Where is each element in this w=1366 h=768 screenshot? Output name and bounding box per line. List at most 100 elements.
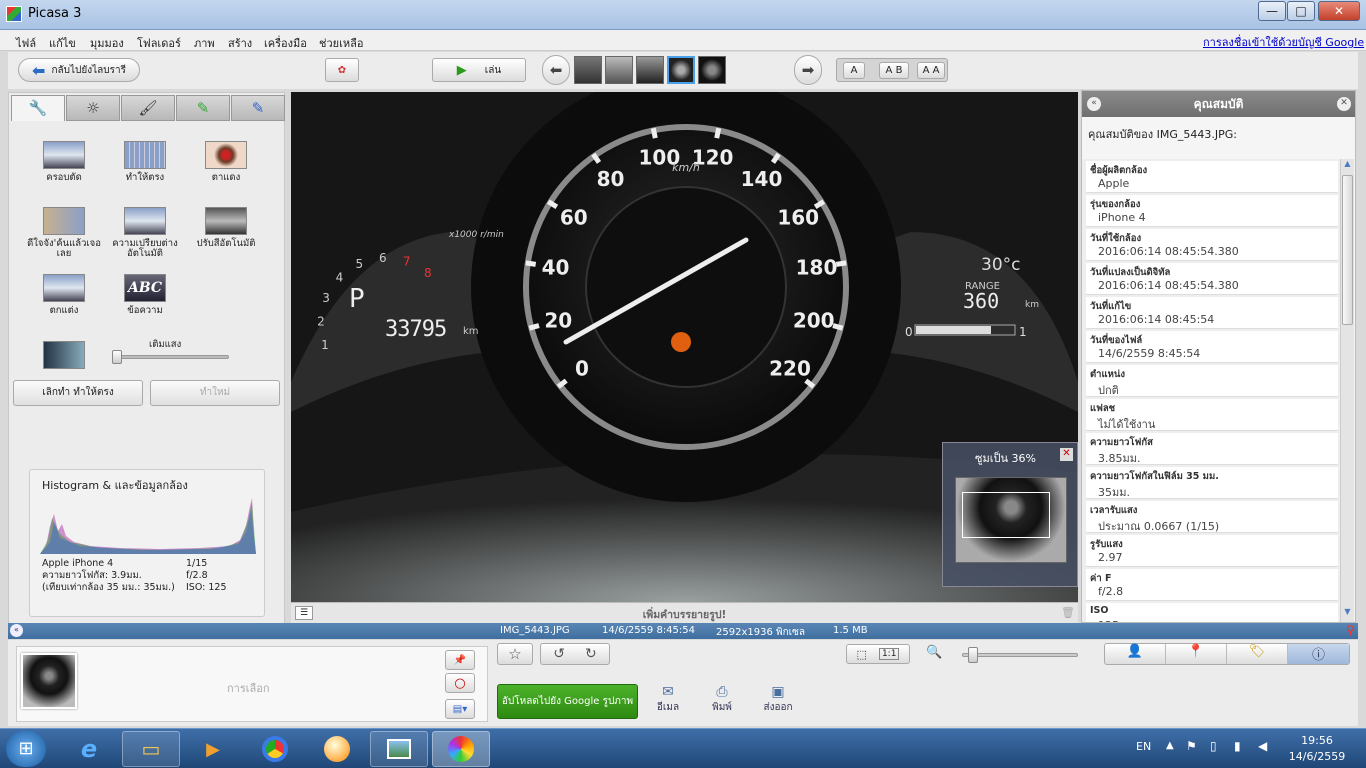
redeye-tool[interactable]: ตาแดง xyxy=(186,141,266,183)
device-icon[interactable]: ▯ xyxy=(1210,739,1217,753)
photo-viewer-icon[interactable] xyxy=(370,731,428,767)
google-signin-link[interactable]: การลงชื่อเข้าใช้ด้วยบัญชี Google xyxy=(1203,33,1364,51)
hold-pin-button[interactable]: 📌 xyxy=(445,650,475,670)
speed-tick-label: 140 xyxy=(741,167,783,191)
export-folder-icon: ▣ xyxy=(771,684,785,700)
minimize-button[interactable]: — xyxy=(1258,1,1286,21)
edit-panel: 🔧 ☼ 🖌 ✎ ✎ ครอบตัด ทำให้ตรง ตาแดง ดีใจจัง… xyxy=(8,92,285,624)
export-button[interactable]: ▣ ส่งออก xyxy=(760,684,796,715)
close-properties-icon[interactable]: ✕ xyxy=(1337,97,1351,111)
start-button[interactable]: ⊞ xyxy=(6,731,46,767)
tab-tuning[interactable]: ☼ xyxy=(66,95,120,121)
clear-selection-button[interactable]: ○ xyxy=(445,673,475,693)
menu-tools[interactable]: เครื่องมือ xyxy=(264,34,307,52)
tags-toggle-icon[interactable]: 🏷 xyxy=(1227,644,1288,664)
menu-help[interactable]: ช่วยเหลือ xyxy=(319,34,363,52)
fill-light-slider[interactable] xyxy=(112,350,229,364)
maximize-button[interactable]: □ xyxy=(1287,1,1315,21)
histogram-title: Histogram & และข้อมูลกล้อง xyxy=(42,479,188,492)
print-button[interactable]: ⎙ พิมพ์ xyxy=(708,684,736,715)
previous-photo-button[interactable]: ⬅ xyxy=(542,55,570,85)
media-player-icon[interactable]: ▶ xyxy=(184,731,242,767)
tray-thumbnail[interactable] xyxy=(21,653,77,709)
menu-view[interactable]: มุมมอง xyxy=(90,34,124,52)
next-photo-button[interactable]: ➡ xyxy=(794,55,822,85)
retouch-tool[interactable]: ตกแต่ง xyxy=(24,274,104,316)
star-icon: ☆ xyxy=(508,645,522,663)
close-button[interactable]: ✕ xyxy=(1318,1,1360,21)
hold-button[interactable]: ✿ xyxy=(325,58,359,82)
add-to-album-button[interactable]: ▤▾ xyxy=(445,699,475,719)
feeling-lucky-tool[interactable]: ดีใจจัง'ค้นแล้วเจอเลย xyxy=(24,207,104,259)
straighten-icon xyxy=(124,141,166,169)
filmstrip-thumb[interactable] xyxy=(698,56,726,84)
menu-create[interactable]: สร้าง xyxy=(228,34,252,52)
scroll-up-icon[interactable]: ▲ xyxy=(1341,159,1354,173)
straighten-tool[interactable]: ทำให้ตรง xyxy=(105,141,185,183)
scroll-down-icon[interactable]: ▼ xyxy=(1341,607,1354,621)
menu-edit[interactable]: แก้ไข xyxy=(49,34,76,52)
text-tool[interactable]: ABC ข้อความ xyxy=(105,274,185,316)
zoom-slider[interactable] xyxy=(962,647,1078,663)
scrollbar-thumb[interactable] xyxy=(1342,175,1353,325)
chrome-icon[interactable] xyxy=(246,731,304,767)
network-signal-icon[interactable]: ▮ xyxy=(1234,739,1241,753)
email-button[interactable]: ✉ อีเมล xyxy=(654,684,682,715)
play-slideshow-button[interactable]: ▶ เล่น xyxy=(432,58,526,82)
internet-explorer-icon[interactable]: e xyxy=(60,731,118,767)
game-app-icon[interactable] xyxy=(308,731,366,767)
language-indicator[interactable]: EN xyxy=(1136,740,1151,753)
back-to-library-button[interactable]: ⬅ กลับไปยังไลบรารี xyxy=(18,58,140,82)
clock-time[interactable]: 19:56 xyxy=(1294,734,1340,747)
single-view-button[interactable]: A xyxy=(843,62,865,79)
clock-date[interactable]: 14/6/2559 xyxy=(1288,750,1346,763)
menu-picture[interactable]: ภาพ xyxy=(194,34,215,52)
tab-effects[interactable]: 🖌 xyxy=(121,95,175,121)
actual-size-button[interactable]: 1:1 xyxy=(878,648,900,660)
undo-straighten-button[interactable]: เลิกทำ ทำให้ตรง xyxy=(13,380,143,406)
collapse-tray-icon[interactable]: « xyxy=(10,624,23,637)
menu-file[interactable]: ไฟล์ xyxy=(16,34,36,52)
info-toggle-icon[interactable]: ⓘ xyxy=(1288,644,1349,664)
auto-color-tool[interactable]: ปรับสีอัตโนมัติ xyxy=(186,207,266,249)
duplicate-view-button[interactable]: A A xyxy=(917,62,945,79)
show-hidden-icons-icon[interactable]: ▲ xyxy=(1166,740,1174,751)
picasa-taskbar-icon[interactable] xyxy=(432,731,490,767)
file-explorer-icon[interactable]: ▭ xyxy=(122,731,180,767)
compare-view-button[interactable]: A B xyxy=(879,62,909,79)
star-button[interactable]: ☆ xyxy=(497,643,533,665)
properties-list[interactable]: ชื่อผู้ผลิตกล้อง Apple รุ่นของกล้อง iPhone… xyxy=(1082,159,1340,622)
crop-tool[interactable]: ครอบตัด xyxy=(24,141,104,183)
upload-google-photos-button[interactable]: อัปโหลดไปยัง Google รูปภาพ xyxy=(497,684,638,719)
volume-icon[interactable]: ◀ xyxy=(1258,739,1267,753)
tab-effects-2[interactable]: ✎ xyxy=(176,95,230,121)
menu-folder[interactable]: โฟลเดอร์ xyxy=(137,34,181,52)
filmstrip-thumb[interactable] xyxy=(605,56,633,84)
location-pin-icon[interactable]: ⚲ xyxy=(1346,623,1355,637)
zoom-navigator[interactable]: ซูมเป็น 36% ✕ xyxy=(942,442,1078,587)
properties-scrollbar[interactable]: ▲ ▼ xyxy=(1340,159,1354,622)
photo-viewer[interactable]: 0 20 40 60 80 100 120 140 160 180 200 220 km/h P 33… xyxy=(291,92,1078,602)
rotate-right-icon[interactable]: ↻ xyxy=(585,646,597,662)
collapse-panel-icon[interactable]: « xyxy=(1087,97,1101,111)
zoom-slider-thumb[interactable] xyxy=(968,647,979,663)
people-toggle-icon[interactable]: 👤 xyxy=(1105,644,1166,664)
tab-effects-3[interactable]: ✎ xyxy=(231,95,285,121)
redo-button[interactable]: ทำใหม่ xyxy=(150,380,280,406)
filmstrip-thumb-selected[interactable] xyxy=(667,56,695,84)
zoom-viewport-frame[interactable] xyxy=(962,492,1050,538)
sun-icon: ☼ xyxy=(86,99,100,117)
places-toggle-icon[interactable]: 📍 xyxy=(1166,644,1227,664)
tab-basic-fixes[interactable]: 🔧 xyxy=(11,95,65,121)
caption-input[interactable]: เพิ่มคำบรรยายรูป! xyxy=(291,606,1078,623)
zoom-navigator-close-icon[interactable]: ✕ xyxy=(1060,448,1073,461)
trash-icon[interactable]: 🗑 xyxy=(1061,606,1075,620)
rotate-left-icon[interactable]: ↺ xyxy=(553,646,565,662)
action-center-flag-icon[interactable]: ⚑ xyxy=(1186,739,1197,753)
filmstrip-thumb[interactable] xyxy=(636,56,664,84)
fit-to-window-icon[interactable]: ⬚ xyxy=(857,648,867,661)
property-row: วันที่ใช้กล้อง 2016:06:14 08:45:54.380 xyxy=(1086,229,1338,261)
filmstrip-thumb[interactable] xyxy=(574,56,602,84)
fill-light-slider-thumb[interactable] xyxy=(112,350,122,364)
auto-contrast-tool[interactable]: ความเปรียบต่างอัตโนมัติ xyxy=(105,207,185,259)
